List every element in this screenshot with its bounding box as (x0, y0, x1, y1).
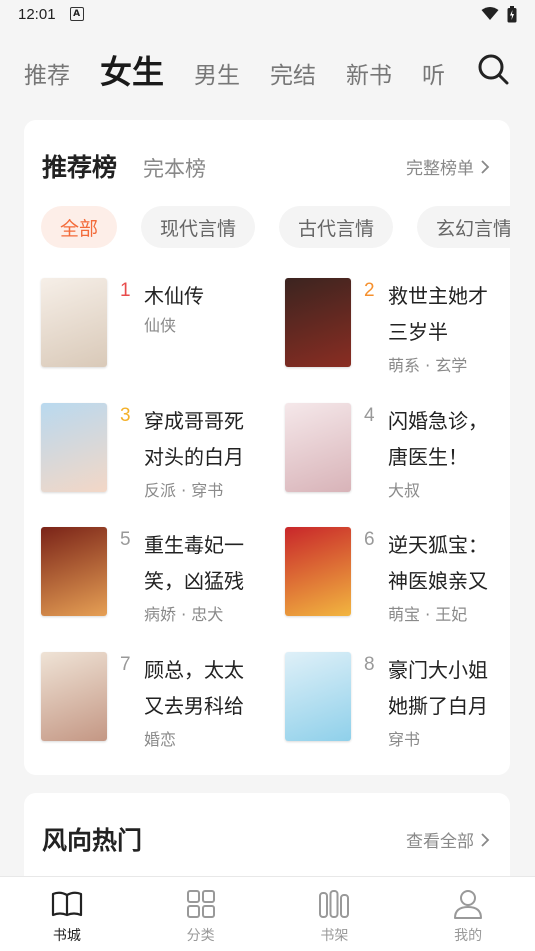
tab-female[interactable]: 女生 (100, 47, 164, 93)
book-rank: 7 (120, 654, 131, 675)
book-rank: 5 (120, 529, 131, 550)
book-title: 顾总，太太又去男科给 (144, 658, 244, 718)
tab-new-books[interactable]: 新书 (346, 56, 392, 90)
tab-male[interactable]: 男生 (194, 56, 240, 90)
channel-tabs: 推荐 女生 男生 完结 新书 听 (0, 40, 535, 100)
book-item[interactable]: 1 木仙传 仙侠 (41, 278, 271, 388)
book-tags: 反派 · 穿书 (144, 481, 224, 500)
book-title: 闪婚急诊，唐医生！ (388, 409, 488, 469)
chip-modern-romance[interactable]: 现代言情 (141, 206, 256, 248)
book-tags: 仙侠 (144, 316, 177, 335)
tab-completed[interactable]: 完结 (270, 56, 316, 90)
full-ranking-link[interactable]: 完整榜单 (406, 154, 490, 179)
book-tags: 病娇 · 忠犬 (144, 605, 224, 624)
nav-label: 分类 (186, 928, 215, 944)
book-cover (285, 652, 351, 741)
nav-label: 书架 (320, 928, 349, 944)
book-rank: 6 (364, 529, 375, 550)
full-ranking-label: 完整榜单 (406, 159, 474, 179)
book-title: 重生毒妃一笑，凶猛残 (144, 533, 244, 593)
status-time: 12:01 (18, 5, 56, 23)
book-cover (41, 278, 107, 367)
nav-bookstore[interactable]: 书城 (0, 877, 134, 951)
notification-a-icon: A (69, 7, 84, 21)
book-icon (51, 891, 82, 917)
wifi-icon (481, 7, 499, 20)
book-tags: 穿书 (388, 730, 421, 749)
trending-title: 风向热门 (42, 826, 143, 855)
book-item[interactable]: 7 顾总，太太又去男科给 婚恋 (41, 652, 271, 762)
chevron-right-icon (481, 832, 490, 847)
user-icon (454, 890, 483, 919)
book-item[interactable]: 6 逆天狐宝：神医娘亲又 萌宝 · 王妃 (285, 527, 515, 637)
chip-fantasy-romance[interactable]: 玄幻言情 (417, 206, 510, 248)
book-title: 逆天狐宝：神医娘亲又 (388, 533, 488, 593)
nav-label: 书城 (52, 928, 81, 944)
book-tags: 婚恋 (144, 730, 177, 749)
book-cover (41, 652, 107, 741)
book-cover (41, 403, 107, 492)
book-item[interactable]: 8 豪门大小姐她撕了白月 穿书 (285, 652, 515, 762)
tab-recommend[interactable]: 推荐 (24, 56, 70, 90)
ranking-card: 推荐榜 完本榜 完整榜单 全部 现代言情 古代言情 玄幻言情 1 木仙传 仙侠 … (24, 120, 510, 775)
completed-ranking-tab[interactable]: 完本榜 (143, 153, 206, 183)
bottom-nav: 书城 分类 书架 我的 (0, 876, 535, 951)
status-bar: 12:01 A (0, 0, 535, 28)
book-rank: 4 (364, 405, 375, 426)
chip-all[interactable]: 全部 (41, 206, 118, 248)
ranking-title[interactable]: 推荐榜 (42, 148, 117, 184)
book-cover (285, 403, 351, 492)
shelf-icon (319, 890, 350, 918)
book-item[interactable]: 5 重生毒妃一笑，凶猛残 病娇 · 忠犬 (41, 527, 271, 637)
book-title: 救世主她才三岁半 (388, 284, 488, 344)
chip-ancient-romance[interactable]: 古代言情 (279, 206, 394, 248)
battery-icon (507, 5, 517, 22)
book-tags: 萌系 · 玄学 (388, 356, 468, 375)
tab-audio[interactable]: 听 (422, 56, 445, 90)
book-item[interactable]: 2 救世主她才三岁半 萌系 · 玄学 (285, 278, 515, 388)
view-all-link[interactable]: 查看全部 (406, 827, 490, 852)
book-item[interactable]: 4 闪婚急诊，唐医生！ 大叔 (285, 403, 515, 513)
book-cover (285, 527, 351, 616)
book-tags: 大叔 (388, 481, 421, 500)
book-rank: 3 (120, 405, 131, 426)
nav-bookshelf[interactable]: 书架 (268, 877, 402, 951)
book-rank: 1 (120, 280, 131, 301)
category-chips: 全部 现代言情 古代言情 玄幻言情 (41, 206, 510, 248)
book-tags: 萌宝 · 王妃 (388, 605, 468, 624)
grid-icon (186, 890, 215, 918)
book-title: 穿成哥哥死对头的白月 (144, 409, 244, 469)
nav-profile[interactable]: 我的 (401, 877, 535, 951)
chevron-right-icon (481, 159, 490, 174)
book-title: 豪门大小姐她撕了白月 (388, 658, 488, 718)
book-item[interactable]: 3 穿成哥哥死对头的白月 反派 · 穿书 (41, 403, 271, 513)
book-cover (285, 278, 351, 367)
view-all-label: 查看全部 (406, 832, 474, 852)
nav-category[interactable]: 分类 (134, 877, 268, 951)
book-rank: 2 (364, 280, 375, 301)
nav-label: 我的 (454, 928, 483, 944)
search-icon[interactable] (476, 52, 510, 86)
book-cover (41, 527, 107, 616)
book-rank: 8 (364, 654, 375, 675)
